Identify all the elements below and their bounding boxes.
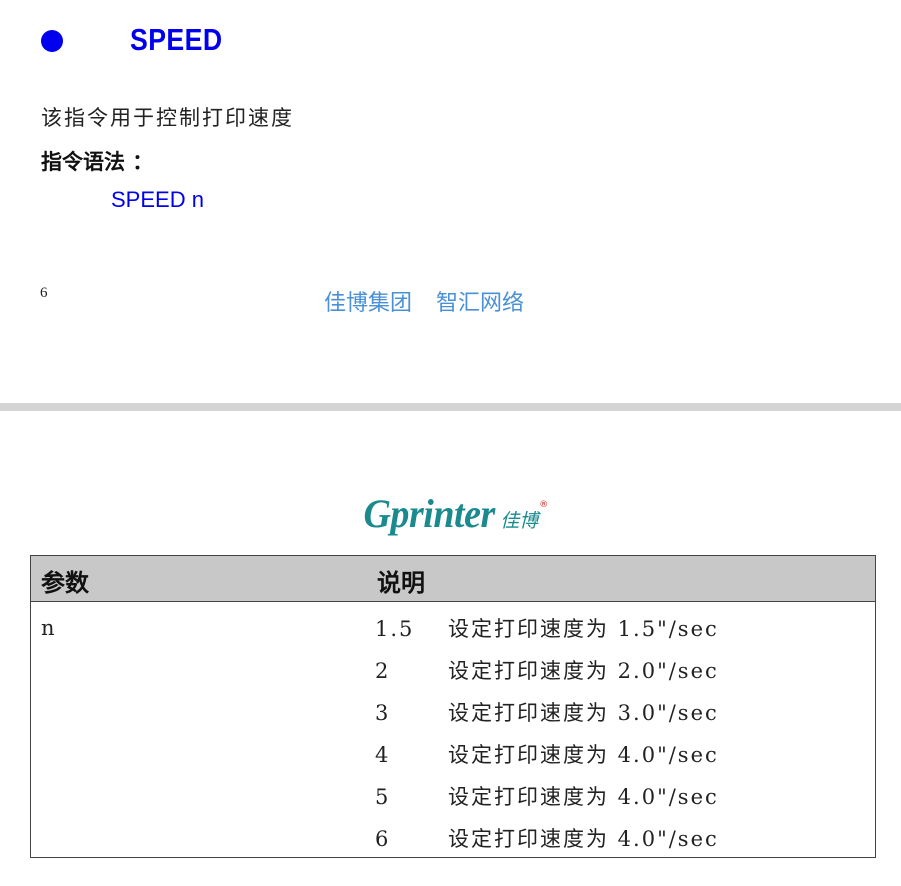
page-separator bbox=[0, 403, 901, 411]
row-text: 设定打印速度为 1.5"/sec bbox=[448, 617, 719, 641]
section-description: 该指令用于控制打印速度 bbox=[41, 106, 294, 130]
row-text: 设定打印速度为 3.0"/sec bbox=[448, 701, 719, 725]
gprinter-logo: Gprinter 佳博® bbox=[360, 490, 548, 540]
table-row: 4 设定打印速度为 4.0"/sec bbox=[375, 739, 719, 769]
row-text: 设定打印速度为 4.0"/sec bbox=[448, 785, 719, 809]
page-number: 6 bbox=[40, 285, 48, 301]
row-value: 4 bbox=[375, 743, 391, 767]
table-row: 3 设定打印速度为 3.0"/sec bbox=[375, 697, 719, 727]
parameter-table: 参数 说明 n 1.5 设定打印速度为 1.5"/sec 2 设定打印速度为 2.0… bbox=[30, 555, 876, 858]
table-header: 参数 说明 bbox=[31, 556, 875, 602]
row-text: 设定打印速度为 2.0"/sec bbox=[448, 659, 719, 683]
registered-mark: ® bbox=[539, 500, 549, 510]
table-row: 6 设定打印速度为 4.0"/sec bbox=[375, 823, 719, 853]
page-footer: 佳博集团 智汇网络 bbox=[324, 285, 524, 317]
row-value: 2 bbox=[375, 659, 391, 683]
section-title: SPEED bbox=[130, 22, 223, 57]
footer-network: 智汇网络 bbox=[436, 291, 525, 316]
row-text: 设定打印速度为 4.0"/sec bbox=[448, 743, 719, 767]
logo-cn: 佳博 bbox=[500, 510, 539, 532]
header-param: 参数 bbox=[41, 569, 89, 597]
row-text: 设定打印速度为 4.0"/sec bbox=[448, 827, 719, 851]
row-value: 6 bbox=[375, 827, 391, 851]
row-value: 3 bbox=[375, 701, 391, 725]
logo-wordmark: Gprinter bbox=[363, 491, 495, 536]
table-row: 2 设定打印速度为 2.0"/sec bbox=[375, 655, 719, 685]
footer-company: 佳博集团 bbox=[324, 291, 413, 316]
table-row: 1.5 设定打印速度为 1.5"/sec bbox=[375, 613, 719, 643]
param-name: n bbox=[41, 616, 55, 640]
header-desc: 说明 bbox=[377, 569, 425, 597]
table-row: 5 设定打印速度为 4.0"/sec bbox=[375, 781, 719, 811]
row-value: 5 bbox=[375, 785, 391, 809]
syntax-label: 指令语法 ： bbox=[41, 150, 154, 174]
syntax-code: SPEED n bbox=[111, 187, 204, 212]
bullet-icon bbox=[41, 30, 63, 52]
row-value: 1.5 bbox=[375, 617, 415, 641]
